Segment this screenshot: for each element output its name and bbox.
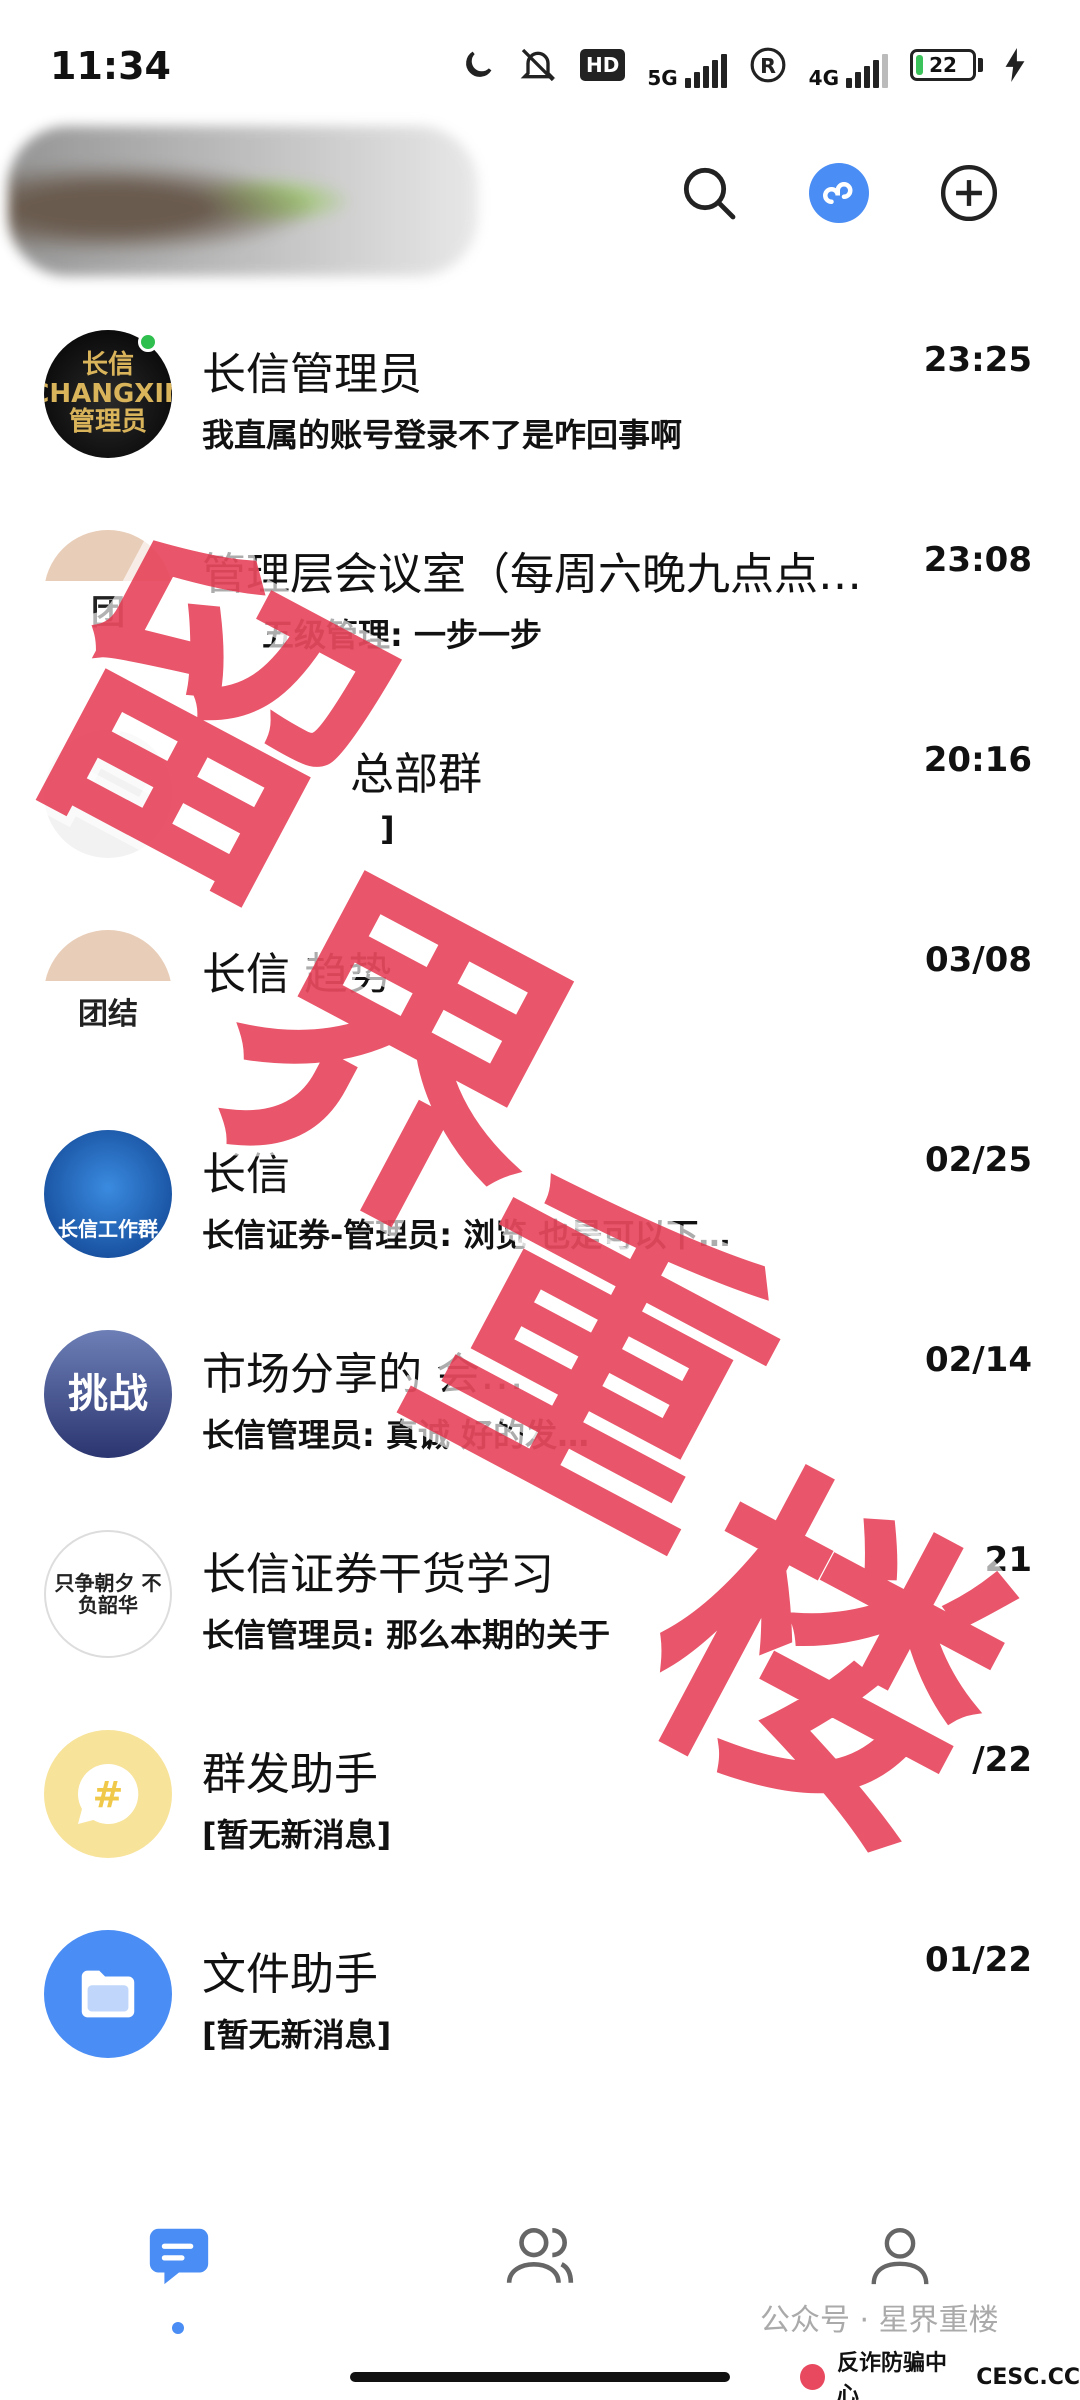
chat-item-headquarters[interactable]: 总部群 20:16 ] (0, 700, 1080, 900)
avatar: 团 (44, 530, 172, 658)
roaming-letter: R (760, 54, 776, 78)
charging-icon (1005, 42, 1025, 88)
mini-program-icon (809, 163, 869, 223)
nav-chats[interactable] (134, 2210, 224, 2300)
chat-preview: 长信证券-管理员: 浏览 也是可以下… (202, 1216, 731, 1254)
status-icons: HD 5G R 4G 22 (460, 42, 1025, 88)
home-indicator[interactable] (350, 2372, 730, 2382)
chat-time: 23:25 (923, 340, 1032, 380)
chat-preview: [暂无新消息] (202, 2016, 392, 2054)
public-account-watermark: 公众号 · 星界重楼 (760, 2303, 999, 2338)
chat-bubble-icon (149, 2228, 209, 2285)
avatar: # (44, 1730, 172, 1858)
search-icon (683, 167, 736, 220)
avatar (44, 730, 172, 858)
chat-time: 01/22 (924, 1940, 1032, 1980)
chat-time: 02/14 (924, 1340, 1032, 1380)
chat-preview: 五级管理: 一步一步 (262, 616, 542, 654)
chat-title: 长信证券干货学习 (202, 1549, 554, 1600)
chat-item-trend[interactable]: 团结 长信 趋势 03/08 (0, 900, 1080, 1100)
mini-program-button[interactable] (806, 160, 872, 226)
anti-fraud-center-watermark: 反诈防骗中心 CESC.CC (800, 2345, 1080, 2400)
anti-fraud-logo-icon (800, 2364, 826, 2390)
chat-item-study-group[interactable]: 只争朝夕 不负韶华 长信证券干货学习 21 长信管理员: 那么本期的关于 (0, 1500, 1080, 1700)
chat-title: 文件助手 (202, 1949, 378, 2000)
chat-item-market-share[interactable]: 挑战 市场分享的 会… 02/14 长信管理员: 真诚 好的发… (0, 1300, 1080, 1500)
plus-circle-icon (940, 164, 998, 222)
profile-avatar-blurred[interactable] (8, 126, 478, 276)
avatar (44, 1930, 172, 2058)
avatar: 只争朝夕 不负韶华 (44, 1530, 172, 1658)
signal-4g-icon: 4G (809, 42, 888, 88)
chat-item-work-group[interactable]: 长信工作群 长信 02/25 长信证券-管理员: 浏览 也是可以下… (0, 1100, 1080, 1300)
center-name: 反诈防骗中心 (837, 2351, 948, 2400)
center-site: CESC.CC (976, 2364, 1080, 2390)
chat-time: 20:16 (923, 740, 1032, 780)
chat-item-broadcast-assistant[interactable]: # 群发助手 /22 [暂无新消息] (0, 1700, 1080, 1900)
contacts-icon (506, 2228, 574, 2284)
chat-title: 长信 (202, 1149, 290, 1200)
battery-icon: 22 (910, 42, 983, 88)
mute-bell-icon (518, 42, 558, 88)
chat-title: 群发助手 (202, 1749, 378, 1800)
chat-preview: 我直属的账号登录不了是咋回事啊 (202, 416, 683, 454)
nav-me[interactable] (855, 2210, 945, 2300)
chat-item-file-assistant[interactable]: 文件助手 01/22 [暂无新消息] (0, 1900, 1080, 2100)
chat-item-admin[interactable]: 长信CHANGXIN 管理员 长信管理员 23:25 我直属的账号登录不了是咋回… (0, 300, 1080, 500)
broadcast-bubble-icon: # (77, 1763, 139, 1824)
chat-item-management-meeting[interactable]: 团 管理层会议室（每周六晚九点点… 23:08 五级管理: 一步一步 (0, 500, 1080, 700)
nav-contacts[interactable] (495, 2210, 585, 2300)
chat-title: 长信管理员 (202, 349, 422, 400)
roaming-icon: R (749, 42, 787, 88)
avatar: 挑战 (44, 1330, 172, 1458)
chat-time: 23:08 (923, 540, 1032, 580)
chat-time: /22 (972, 1740, 1032, 1780)
chat-title: 市场分享的 会… (202, 1349, 524, 1400)
search-button[interactable] (676, 160, 742, 226)
chat-preview: 长信管理员: 那么本期的关于 (202, 1616, 610, 1654)
hd-icon: HD (579, 42, 626, 88)
status-time: 11:34 (50, 44, 171, 88)
person-icon (871, 2228, 929, 2285)
folder-icon (81, 1970, 135, 2018)
moon-icon (460, 42, 496, 88)
chat-preview: [暂无新消息] (202, 1816, 392, 1854)
online-indicator (138, 332, 158, 352)
chat-title: 管理层会议室（每周六晚九点点… (202, 549, 862, 600)
chat-preview: ] (380, 810, 395, 848)
chat-time: 02/25 (924, 1140, 1032, 1180)
signal-5g-icon: 5G (647, 42, 727, 88)
header (0, 100, 1080, 290)
avatar: 团结 (44, 930, 172, 1058)
chat-preview: 长信管理员: 真诚 好的发… (202, 1416, 590, 1454)
hash-symbol: # (93, 1773, 124, 1816)
add-button[interactable] (936, 160, 1002, 226)
nav-active-dot (172, 2322, 184, 2334)
chat-list: 长信CHANGXIN 管理员 长信管理员 23:25 我直属的账号登录不了是咋回… (0, 300, 1080, 2100)
chat-title: 长信 趋势 (202, 949, 392, 1000)
chat-time: 21 (984, 1540, 1032, 1580)
chat-time: 03/08 (924, 940, 1032, 980)
avatar: 长信工作群 (44, 1130, 172, 1258)
